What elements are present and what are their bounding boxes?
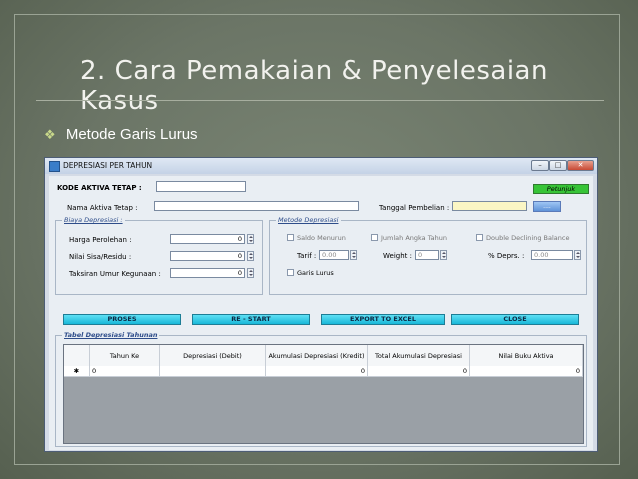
biaya-group-label: Biaya Depresiasi : xyxy=(62,216,125,224)
depr-input[interactable]: 0.00 xyxy=(531,250,573,260)
jumlah-angka-label: Jumlah Angka Tahun xyxy=(381,234,447,242)
close-window-button[interactable]: ✕ xyxy=(567,160,594,171)
cell-nilai-buku[interactable]: 0 xyxy=(470,366,583,376)
garis-lurus-checkbox[interactable] xyxy=(287,269,294,276)
minimize-button[interactable]: – xyxy=(531,160,549,171)
cell-tahun[interactable]: 0 xyxy=(90,366,160,376)
tarif-label: Tarif : xyxy=(297,252,317,260)
weight-label: Weight : xyxy=(383,252,412,260)
nilai-sisa-input[interactable]: 0 xyxy=(170,251,245,261)
restart-button[interactable]: RE - START xyxy=(192,314,310,325)
umur-spinner[interactable] xyxy=(247,268,254,278)
jumlah-angka-checkbox[interactable] xyxy=(371,234,378,241)
saldo-menurun-checkbox[interactable] xyxy=(287,234,294,241)
tanggal-label: Tanggal Pembelian : xyxy=(379,204,450,212)
depreciation-table[interactable]: Tahun Ke Depresiasi (Debit) Akumulasi De… xyxy=(63,344,584,444)
column-header[interactable]: Depresiasi (Debit) xyxy=(160,345,266,366)
table-header: Tahun Ke Depresiasi (Debit) Akumulasi De… xyxy=(64,345,583,367)
bullet-item: ❖ Metode Garis Lurus xyxy=(44,126,198,143)
harga-input[interactable]: 0 xyxy=(170,234,245,244)
umur-input[interactable]: 0 xyxy=(170,268,245,278)
tanggal-input[interactable] xyxy=(452,201,527,211)
proses-button[interactable]: PROSES xyxy=(63,314,181,325)
nama-label: Nama Aktiva Tetap : xyxy=(67,204,138,212)
harga-label: Harga Perolehan : xyxy=(69,236,132,244)
depreciation-window: DEPRESIASI PER TAHUN – □ ✕ KODE AKTIVA T… xyxy=(44,157,598,452)
maximize-button[interactable]: □ xyxy=(549,160,567,171)
tarif-input[interactable]: 0.00 xyxy=(319,250,349,260)
nilai-sisa-spinner[interactable] xyxy=(247,251,254,261)
nama-input[interactable] xyxy=(154,201,359,211)
weight-spinner[interactable] xyxy=(440,250,447,260)
window-title: DEPRESIASI PER TAHUN xyxy=(63,161,153,170)
kode-label: KODE AKTIVA TETAP : xyxy=(57,184,142,192)
petunjuk-button[interactable]: Petunjuk xyxy=(533,184,589,194)
cell-total[interactable]: 0 xyxy=(368,366,470,376)
depr-label: % Deprs. : xyxy=(488,252,525,260)
garis-lurus-label: Garis Lurus xyxy=(297,269,334,277)
table-row[interactable]: ✱ 0 0 0 0 xyxy=(64,366,583,377)
weight-input[interactable]: 0 xyxy=(415,250,439,260)
new-row-marker-icon: ✱ xyxy=(64,366,90,376)
double-declining-label: Double Declining Balance xyxy=(486,234,570,242)
table-group-label: Tabel Depresiasi Tahunan xyxy=(62,331,160,339)
app-icon xyxy=(49,161,60,172)
double-declining-checkbox[interactable] xyxy=(476,234,483,241)
column-header[interactable]: Tahun Ke xyxy=(90,345,160,366)
window-client-area: KODE AKTIVA TETAP : Petunjuk Nama Aktiva… xyxy=(49,176,593,450)
column-header[interactable]: Nilai Buku Aktiva xyxy=(470,345,583,366)
kode-input[interactable] xyxy=(156,181,246,192)
window-titlebar[interactable]: DEPRESIASI PER TAHUN – □ ✕ xyxy=(45,158,597,174)
row-header-corner xyxy=(64,345,90,366)
metode-group-label: Metode Depresiasi xyxy=(276,216,341,224)
saldo-menurun-label: Saldo Menurun xyxy=(297,234,346,242)
depr-spinner[interactable] xyxy=(574,250,581,260)
umur-label: Taksiran Umur Kegunaan : xyxy=(69,270,161,278)
browse-button[interactable]: .... xyxy=(533,201,561,212)
cell-depresiasi[interactable] xyxy=(160,366,266,376)
diamond-bullet-icon: ❖ xyxy=(44,127,56,142)
cell-akumulasi[interactable]: 0 xyxy=(266,366,368,376)
tarif-spinner[interactable] xyxy=(350,250,357,260)
bullet-text: Metode Garis Lurus xyxy=(65,126,198,143)
column-header[interactable]: Akumulasi Depresiasi (Kredit) xyxy=(266,345,368,366)
title-divider xyxy=(36,100,604,101)
column-header[interactable]: Total Akumulasi Depresiasi xyxy=(368,345,470,366)
close-button[interactable]: CLOSE xyxy=(451,314,579,325)
slide-title: 2. Cara Pemakaian & Penyelesaian Kasus xyxy=(80,56,548,116)
harga-spinner[interactable] xyxy=(247,234,254,244)
export-excel-button[interactable]: EXPORT TO EXCEL xyxy=(321,314,445,325)
nilai-sisa-label: Nilai Sisa/Residu : xyxy=(69,253,132,261)
